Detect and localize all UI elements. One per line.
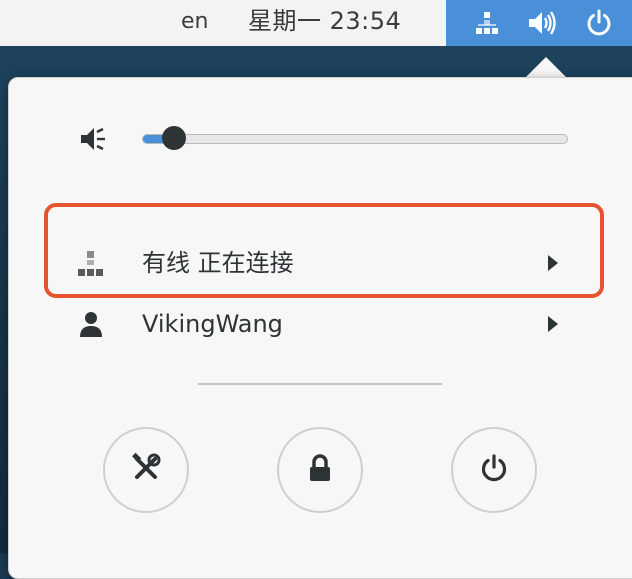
- submenu-arrow-icon: [546, 252, 560, 274]
- keyboard-language-indicator[interactable]: en: [181, 8, 208, 36]
- power-icon: [582, 6, 616, 40]
- menu-item-user[interactable]: VikingWang: [50, 297, 598, 351]
- submenu-arrow-icon: [546, 313, 560, 335]
- clock[interactable]: 星期一 23:54: [248, 6, 401, 36]
- lock-icon: [306, 453, 334, 487]
- settings-tools-icon: [130, 452, 162, 488]
- menu-item-wired-network[interactable]: 有线 正在连接: [50, 236, 598, 290]
- network-wired-icon: [470, 6, 504, 40]
- user-icon: [76, 309, 106, 339]
- top-bar: en 星期一 23:54: [0, 0, 632, 46]
- network-wired-icon: [76, 248, 106, 278]
- menu-pointer-arrow: [525, 57, 567, 78]
- lock-button[interactable]: [277, 427, 363, 513]
- settings-button[interactable]: [103, 427, 189, 513]
- volume-slider-knob[interactable]: [161, 126, 186, 150]
- wired-network-label: 有线 正在连接: [142, 249, 294, 277]
- menu-separator: [198, 383, 442, 385]
- system-status-area[interactable]: [446, 0, 632, 46]
- audio-volume-icon: [525, 6, 559, 40]
- volume-slider[interactable]: [142, 134, 568, 144]
- power-off-button[interactable]: [451, 427, 537, 513]
- user-name-label: VikingWang: [142, 310, 283, 338]
- audio-volume-low-icon: [78, 124, 108, 154]
- power-icon: [479, 453, 509, 487]
